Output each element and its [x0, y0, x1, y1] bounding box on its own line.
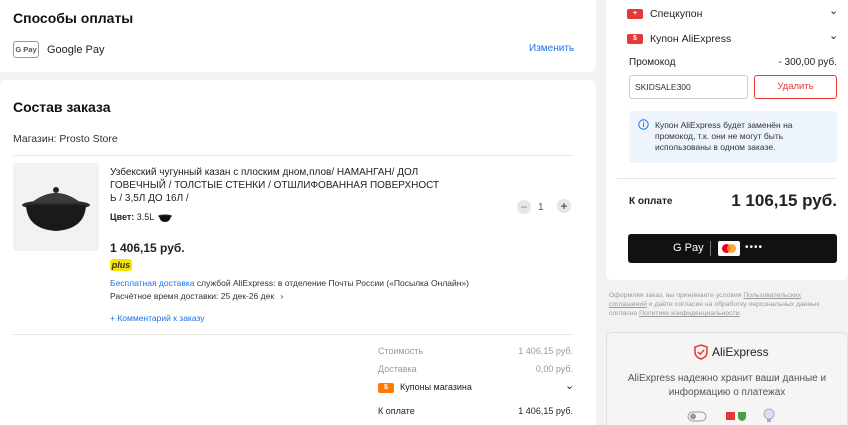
cost-label: Стоимость: [378, 346, 424, 356]
quantity-value[interactable]: 1: [538, 202, 544, 213]
legal-text: согласно: [609, 310, 640, 317]
summary-to-pay-value: 1 106,15 руб.: [731, 191, 837, 210]
change-payment-link[interactable]: Изменить: [529, 43, 574, 54]
plus-badge: plus: [110, 259, 132, 271]
chevron-down-icon[interactable]: ⌄: [829, 29, 838, 42]
security-trust-card: AliExpress AliExpress надежно хранит ваш…: [606, 332, 848, 425]
google-pay-icon: G Pay: [13, 41, 39, 58]
user-agreement-link[interactable]: Пользовательских: [743, 292, 801, 299]
promo-code-input[interactable]: SKIDSALE300: [629, 75, 748, 99]
button-divider: [710, 241, 711, 256]
special-coupon-icon: +: [627, 9, 643, 19]
shipping-value: 0,00 руб.: [535, 364, 573, 374]
bulb-icon: [763, 408, 775, 422]
product-title-line: ГОВЕЧНЫЙ / ТОЛСТЫЕ СТЕНКИ / ОТШЛИФОВАННА…: [110, 180, 440, 191]
product-price: 1 406,15 руб.: [110, 241, 185, 255]
store-coupons-label[interactable]: Купоны магазина: [400, 382, 472, 392]
color-label: Цвет:: [110, 212, 135, 222]
special-coupon-label[interactable]: Спецкупон: [650, 8, 702, 20]
legal-text: Оформляя заказ, вы принимаете условия: [609, 292, 744, 299]
store-coupon-icon: $: [378, 383, 394, 393]
order-title: Состав заказа: [13, 99, 111, 115]
legal-text: .: [739, 310, 742, 317]
shipping-label: Доставка: [378, 364, 417, 374]
payment-method-name: Google Pay: [47, 44, 105, 56]
color-value: 3.5L: [136, 212, 155, 222]
shipping-provider: службой AliExpress: в отделение Почты Ро…: [194, 278, 470, 288]
order-to-pay-value: 1 406,15 руб.: [518, 406, 573, 416]
trust-text: AliExpress надежно хранит ваши данные и …: [607, 372, 847, 400]
divider: [617, 178, 837, 179]
secure-payment-icon: [726, 412, 746, 421]
product-variant: Цвет: 3.5L: [110, 212, 154, 222]
chevron-down-icon[interactable]: ⌄: [565, 379, 574, 392]
aliexpress-coupon-label[interactable]: Купон AliExpress: [650, 33, 731, 45]
decrease-quantity-button[interactable]: −: [517, 200, 531, 214]
trust-line: информацию о платежах: [668, 387, 786, 398]
product-title[interactable]: Узбекский чугунный казан с плоским дном,…: [110, 166, 439, 205]
store-name[interactable]: Магазин: Prosto Store: [13, 133, 118, 145]
info-line: промокод, т.к. они не могут быть: [655, 131, 784, 141]
mastercard-icon: [718, 241, 740, 256]
payment-methods-card: Способы оплаты G Pay Google Pay Изменить: [0, 0, 596, 72]
aliexpress-brand: AliExpress: [712, 345, 769, 359]
shipping-info: Бесплатная доставка службой AliExpress: …: [110, 278, 469, 288]
trust-line: AliExpress надежно хранит ваши данные и: [627, 373, 827, 384]
chevron-down-icon[interactable]: ⌄: [829, 4, 838, 17]
variant-thumbnail-icon: [158, 214, 172, 222]
pay-with-google-pay-button[interactable]: G Pay ••••: [628, 234, 837, 263]
product-title-line: Узбекский чугунный казан с плоским дном,…: [110, 167, 419, 178]
divider: [13, 334, 573, 335]
info-icon: [638, 119, 649, 130]
card-number-mask: ••••: [745, 242, 764, 253]
add-comment-link[interactable]: + Комментарий к заказу: [110, 313, 205, 323]
shield-icon: [694, 344, 708, 360]
agreements-link[interactable]: соглашений: [609, 301, 647, 308]
payment-title: Способы оплаты: [13, 10, 134, 26]
product-image[interactable]: [13, 163, 99, 251]
remove-promo-button[interactable]: Удалить: [754, 75, 837, 99]
chevron-right-icon: ›: [280, 291, 284, 301]
product-title-line: Ь / 3,5Л ДО 16Л /: [110, 193, 189, 204]
delivery-estimate-text: Расчётное время доставки: 25 дек-26 дек: [110, 291, 275, 301]
google-pay-label: G Pay: [673, 242, 704, 254]
cost-value: 1 406,15 руб.: [518, 346, 573, 356]
kazan-pot-icon: [22, 187, 90, 231]
order-to-pay-label: К оплате: [378, 406, 415, 416]
legal-notice: Оформляя заказ, вы принимаете условия По…: [609, 291, 848, 318]
summary-to-pay-label: К оплате: [629, 196, 673, 207]
divider: [13, 155, 573, 156]
legal-text: и даёте согласие на обработку персональн…: [646, 301, 820, 308]
aliexpress-coupon-icon: $: [627, 34, 643, 44]
increase-quantity-button[interactable]: +: [557, 199, 571, 213]
promo-discount: - 300,00 руб.: [778, 57, 837, 68]
free-shipping-link[interactable]: Бесплатная доставка: [110, 278, 195, 288]
info-line: Купон AliExpress будет заменён на: [655, 120, 793, 130]
toggle-security-icon: [687, 411, 707, 422]
coupon-info-text: Купон AliExpress будет заменён на промок…: [655, 120, 793, 153]
delivery-estimate[interactable]: Расчётное время доставки: 25 дек-26 дек …: [110, 291, 283, 301]
promo-code-label: Промокод: [629, 57, 676, 68]
privacy-policy-link[interactable]: Политике конфиденциальности: [639, 310, 739, 317]
info-line: использованы в одном заказе.: [655, 142, 776, 152]
